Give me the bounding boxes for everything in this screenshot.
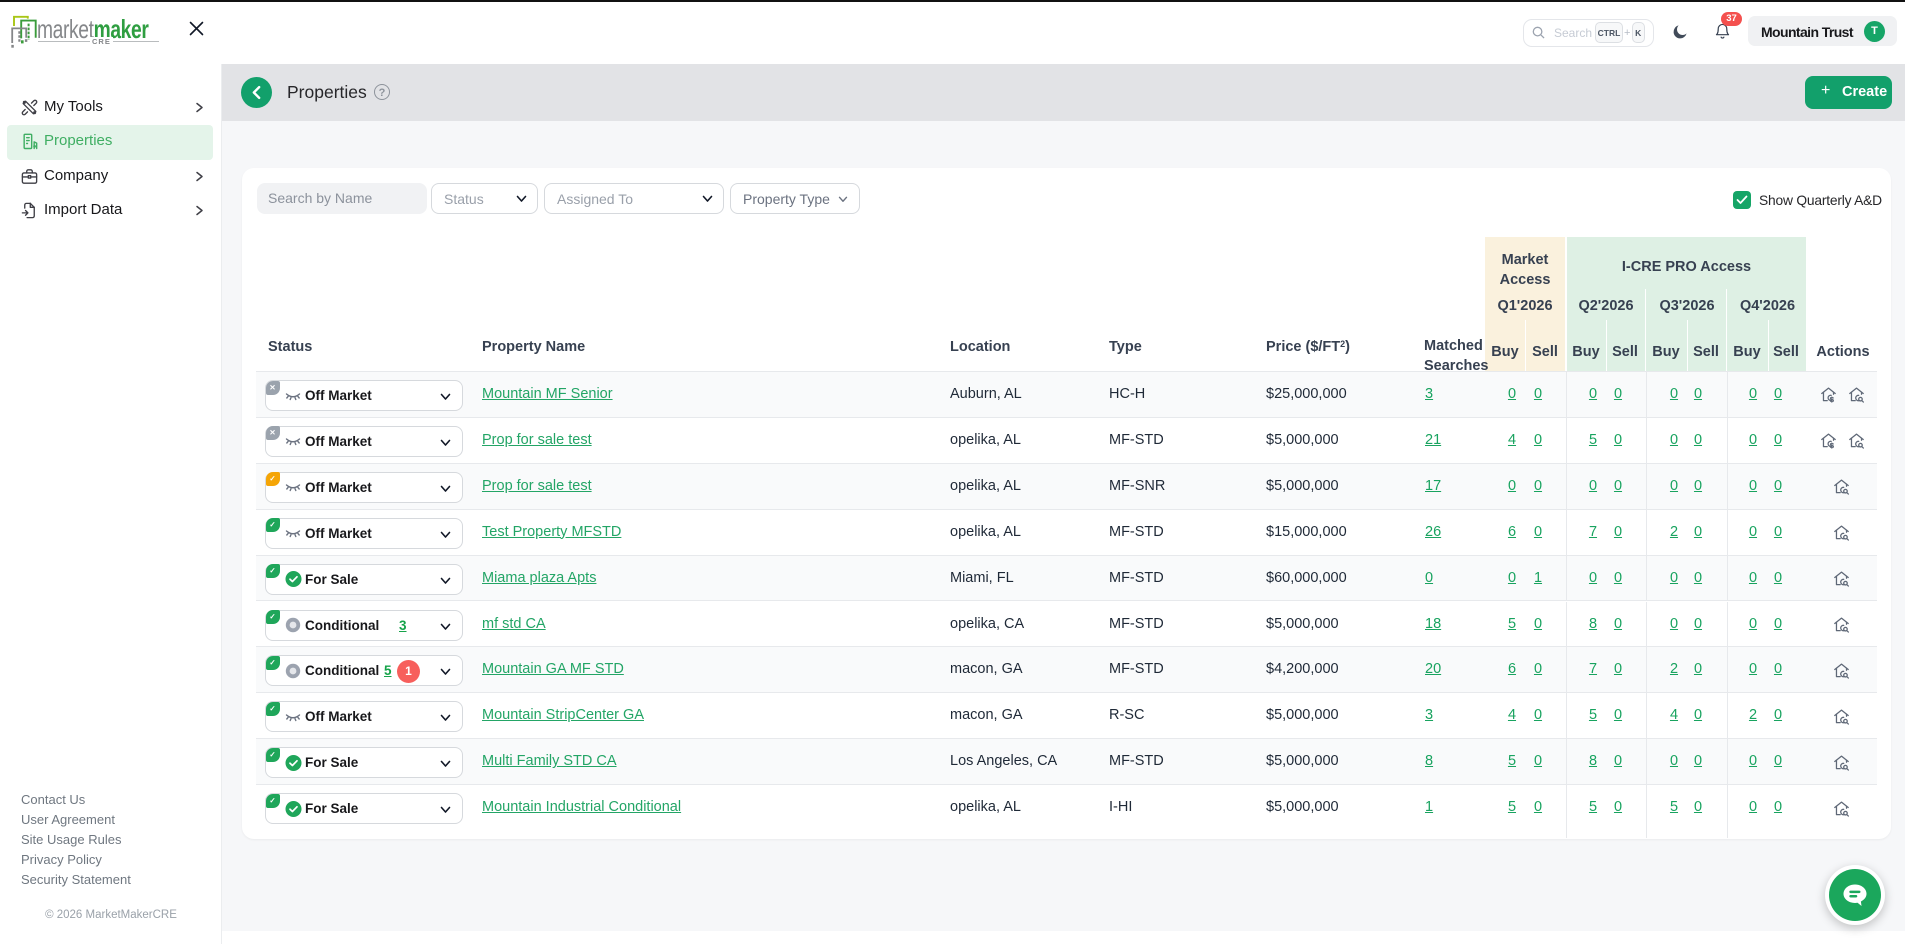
svg-text:$: $ xyxy=(1829,395,1834,403)
svg-text:$: $ xyxy=(1829,441,1834,449)
